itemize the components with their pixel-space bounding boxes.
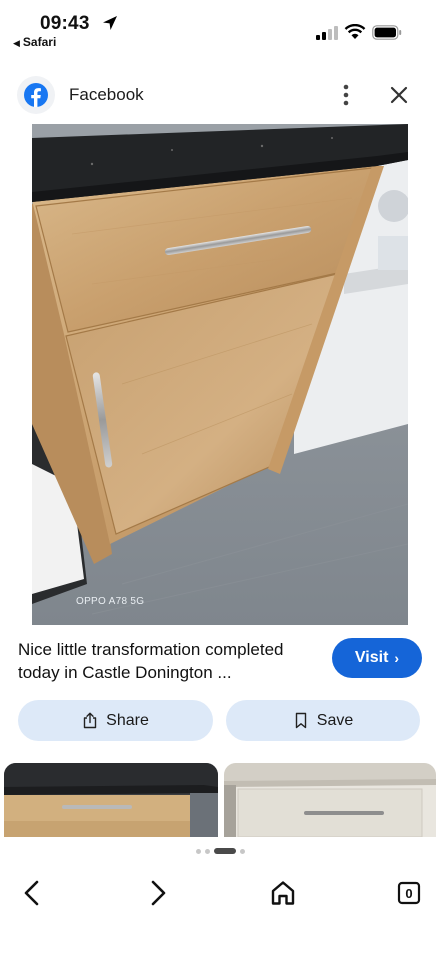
page-dot[interactable] (204, 848, 210, 854)
back-triangle-icon: ◀ (13, 38, 20, 48)
signal-icon (316, 26, 338, 40)
page-dot[interactable] (195, 848, 201, 854)
status-time: 09:43 (40, 13, 90, 34)
browser-header: Facebook (0, 66, 440, 124)
battery-icon (372, 25, 402, 40)
tabs-count: 0 (405, 885, 413, 901)
tabs-button[interactable]: 0 (394, 878, 424, 908)
page-title: Facebook (69, 85, 144, 104)
browser-toolbar: 0 (0, 860, 440, 953)
thumbnail-cabinet-before[interactable] (4, 763, 218, 837)
cabinet-photo (32, 124, 408, 625)
share-icon (83, 712, 97, 729)
thumbnail-image (4, 763, 218, 837)
share-button[interactable]: Share (18, 700, 213, 741)
share-label: Share (106, 711, 149, 729)
camera-watermark: OPPO A78 5G (76, 596, 145, 607)
thumbnail-image (224, 763, 436, 837)
post-caption: Nice little transformation completed tod… (18, 640, 284, 682)
post-photo[interactable]: OPPO A78 5G (32, 124, 408, 625)
visit-label: Visit (354, 649, 389, 666)
bookmark-icon (295, 712, 306, 729)
facebook-logo (17, 76, 55, 114)
chevron-right-icon[interactable] (142, 878, 172, 908)
back-to-safari-link[interactable]: ◀ Safari (13, 35, 56, 49)
back-app-label: Safari (22, 35, 57, 49)
thumbnail-cabinet-grey[interactable] (224, 763, 436, 837)
more-vertical-icon[interactable] (334, 80, 358, 110)
carousel-page-indicator (0, 845, 440, 857)
location-arrow-icon (103, 16, 117, 30)
facebook-logo-icon (24, 83, 48, 107)
page-dot[interactable] (239, 848, 245, 854)
close-icon[interactable] (386, 82, 412, 108)
save-button[interactable]: Save (226, 700, 420, 741)
chevron-right-icon: › (394, 650, 400, 666)
wifi-icon (344, 24, 366, 39)
chevron-left-icon[interactable] (18, 878, 48, 908)
home-icon[interactable] (268, 878, 298, 908)
save-label: Save (316, 711, 354, 729)
status-bar: 09:43 ◀ Safari (0, 0, 440, 56)
page-dot-active[interactable] (213, 848, 236, 854)
visit-button[interactable]: Visit › (332, 638, 422, 678)
